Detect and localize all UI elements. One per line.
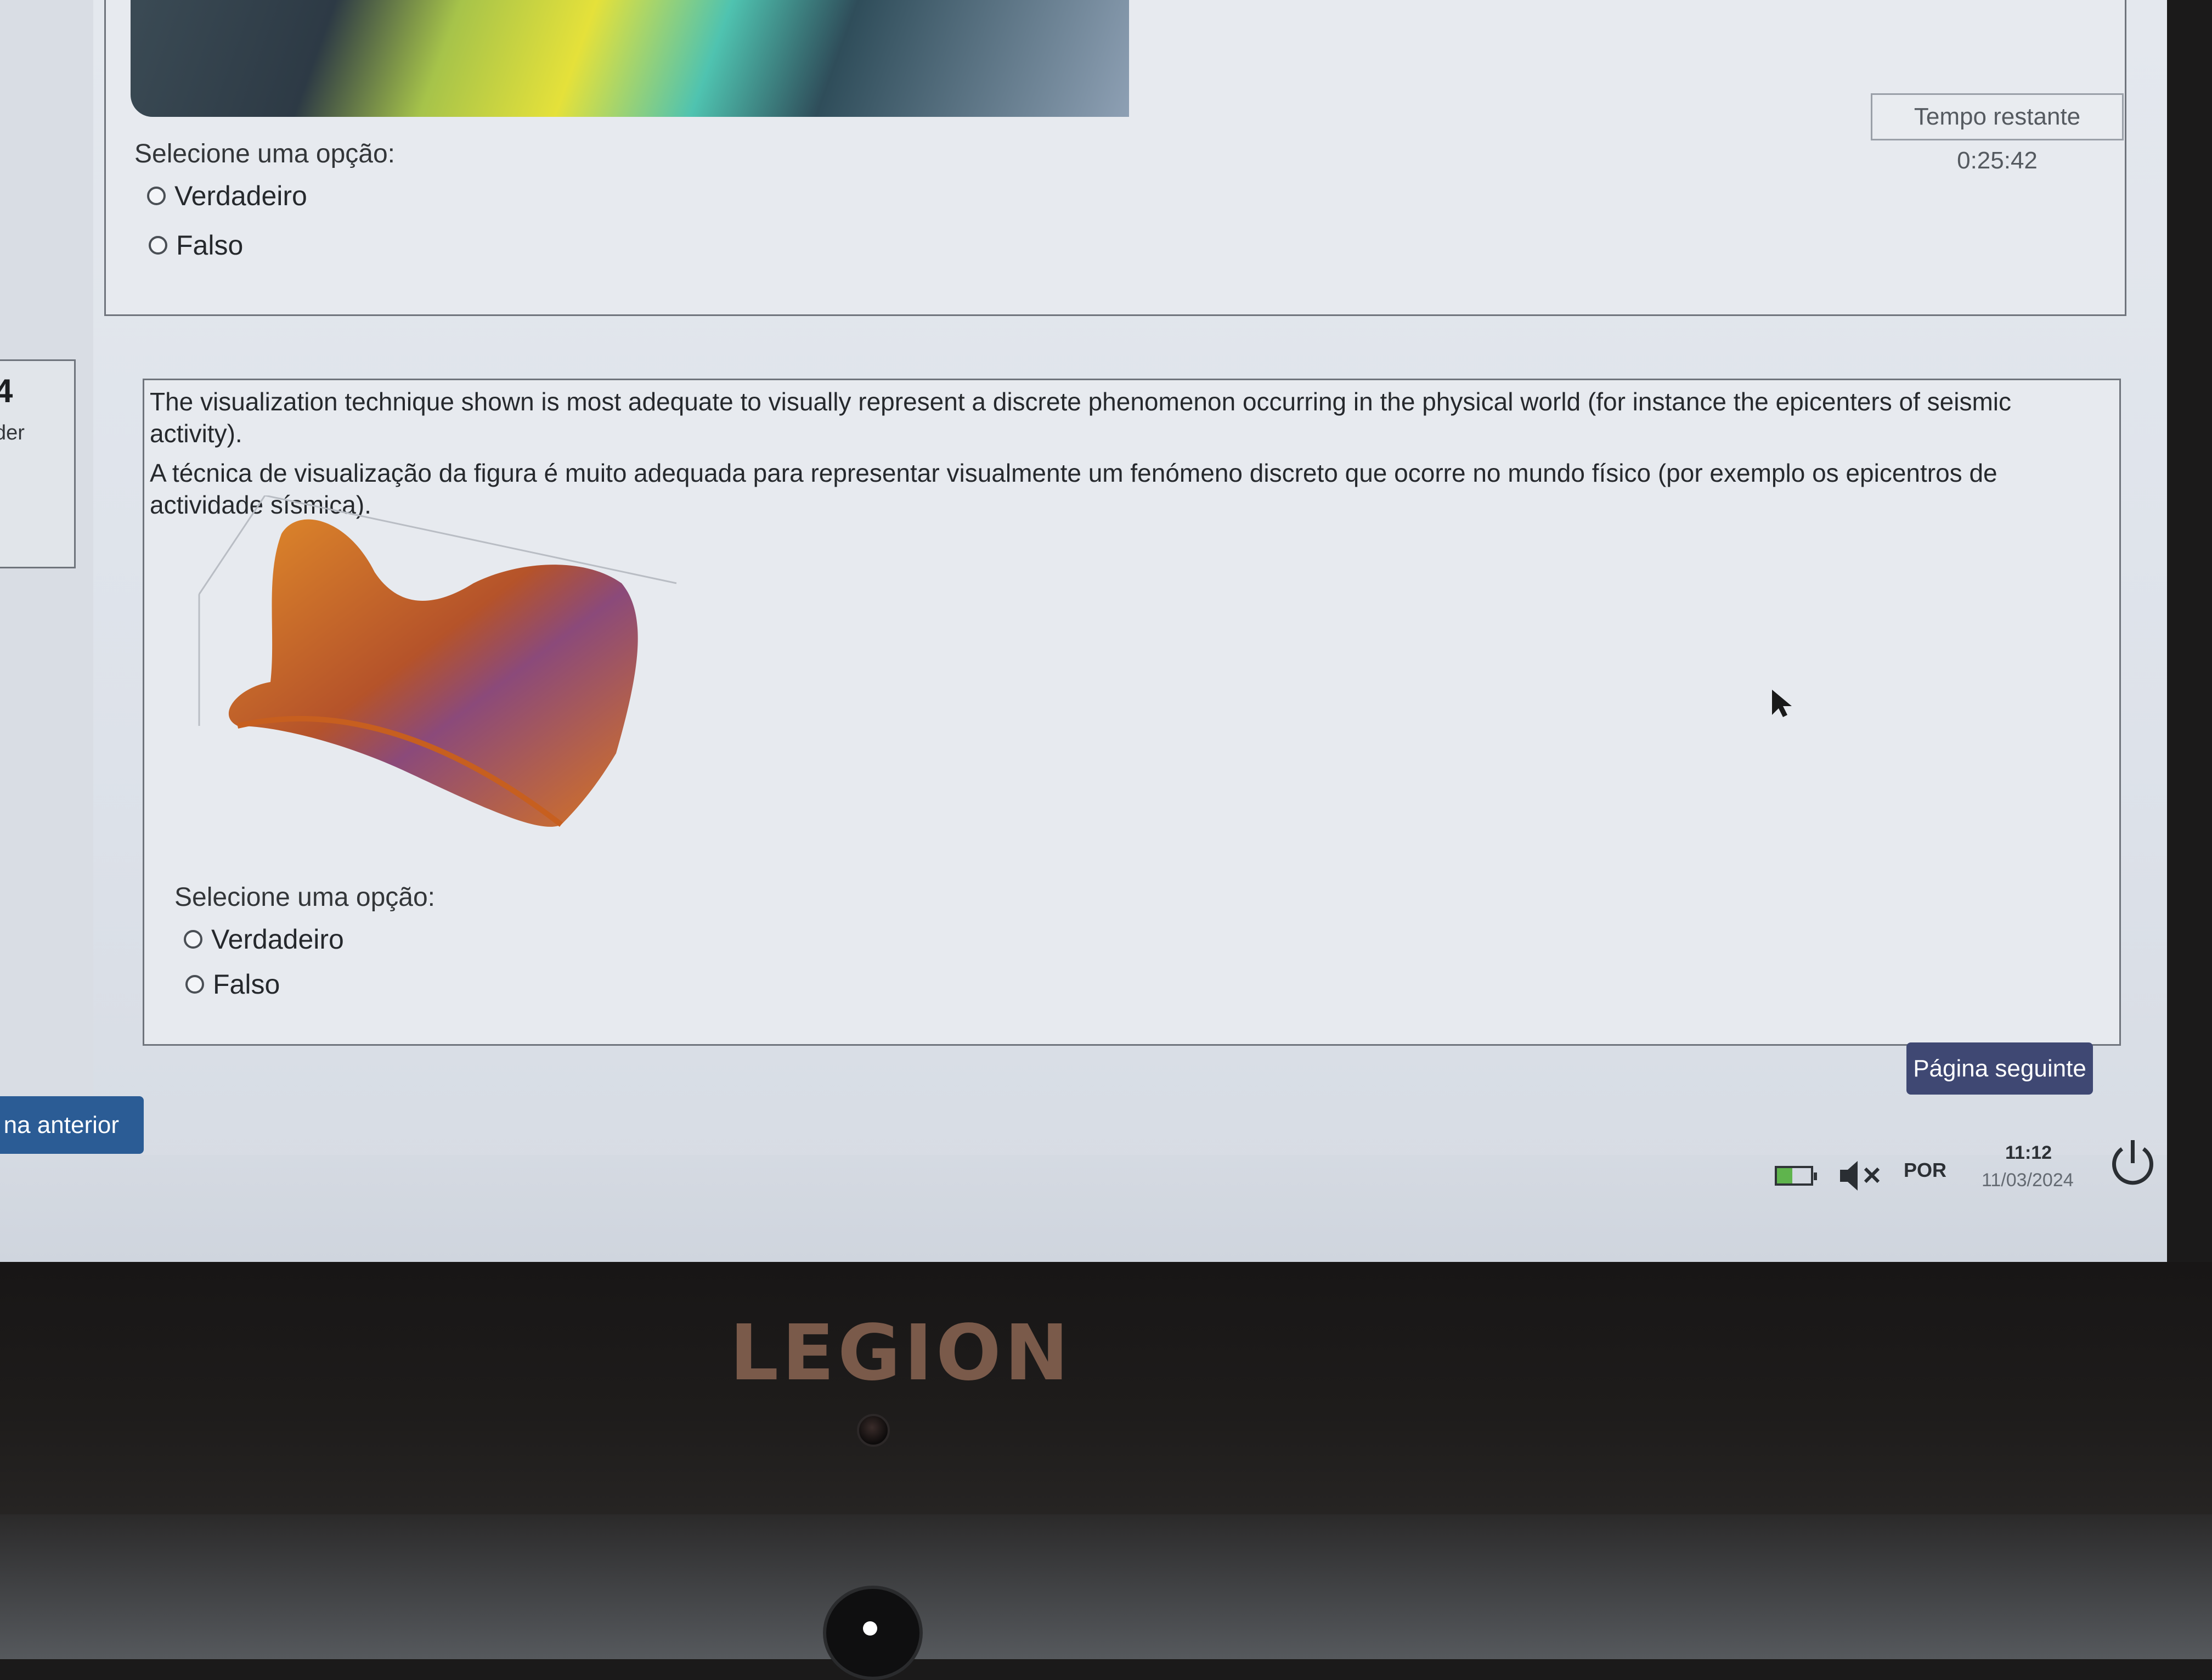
- select-option-label: Selecione uma opção:: [174, 883, 435, 912]
- question-info-text: der: [0, 421, 25, 444]
- option-verdadeiro[interactable]: Verdadeiro: [147, 180, 307, 212]
- select-option-label: Selecione uma opção:: [134, 139, 395, 168]
- language-indicator[interactable]: POR: [1904, 1159, 1946, 1182]
- previous-question-image: [131, 0, 1129, 117]
- laptop-bezel: [0, 1262, 2212, 1514]
- power-led: [863, 1621, 877, 1636]
- radio-button[interactable]: [147, 187, 166, 205]
- option-label: Verdadeiro: [174, 181, 307, 211]
- question-number: 4: [0, 373, 13, 409]
- power-icon[interactable]: [2107, 1137, 2159, 1189]
- option-falso[interactable]: Falso: [149, 229, 243, 261]
- option-label: Falso: [213, 969, 280, 1000]
- option-label: Verdadeiro: [211, 924, 344, 955]
- radio-button[interactable]: [149, 236, 167, 255]
- legion-logo: LEGION: [730, 1309, 1073, 1398]
- next-page-button[interactable]: Página seguinte: [1906, 1042, 2093, 1095]
- laptop-hinge: [0, 1514, 2212, 1659]
- option-falso[interactable]: Falso: [185, 968, 280, 1000]
- option-verdadeiro[interactable]: Verdadeiro: [184, 923, 344, 955]
- left-nav-strip: [0, 0, 93, 1180]
- webcam: [857, 1414, 890, 1447]
- previous-page-button[interactable]: na anterior: [0, 1096, 144, 1154]
- previous-question-card: Selecione uma opção: Verdadeiro Falso: [104, 0, 2126, 316]
- current-question-card: The visualization technique shown is mos…: [143, 379, 2121, 1046]
- laptop-screen: Selecione uma opção: Verdadeiro Falso Te…: [0, 0, 2167, 1262]
- volume-muted-icon[interactable]: [1838, 1157, 1887, 1195]
- radio-button[interactable]: [185, 975, 204, 994]
- mouse-cursor-icon: [1772, 690, 1792, 717]
- option-label: Falso: [176, 230, 244, 261]
- surface-plot-figure: [198, 495, 677, 827]
- clock-time[interactable]: 11:12: [2005, 1142, 2052, 1164]
- battery-icon[interactable]: [1775, 1166, 1817, 1186]
- radio-button[interactable]: [184, 930, 202, 949]
- clock-date[interactable]: 11/03/2024: [1982, 1170, 2074, 1191]
- question-text-en: The visualization technique shown is mos…: [150, 387, 2012, 448]
- question-info-box: 4 der: [0, 359, 76, 568]
- time-remaining: Tempo restante 0:25:42: [1871, 93, 2124, 174]
